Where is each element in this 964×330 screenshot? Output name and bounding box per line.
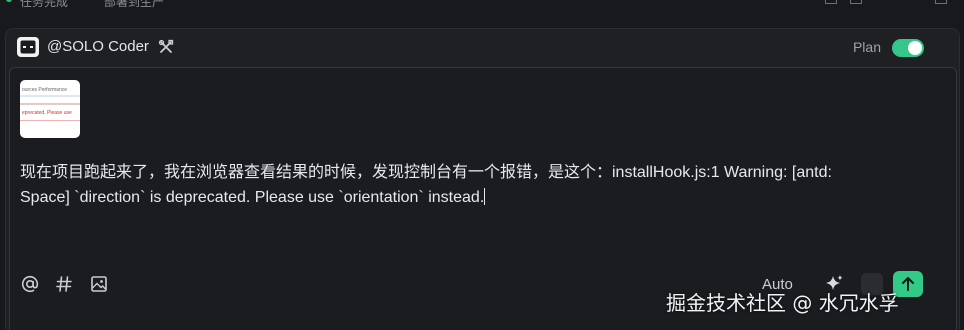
- plan-toggle[interactable]: [892, 39, 924, 57]
- text-caret: [484, 188, 486, 205]
- breadcrumb-item[interactable]: 部署到生产: [104, 0, 164, 10]
- composer-header: @SOLO Coder Plan: [6, 29, 959, 67]
- image-icon[interactable]: [89, 274, 109, 294]
- plan-label: Plan: [852, 39, 881, 55]
- tools-icon[interactable]: [158, 39, 174, 55]
- chat-composer-panel: @SOLO Coder Plan ources Performance epre…: [5, 28, 960, 330]
- thumb-error-text: eprecated. Please use: [22, 110, 72, 116]
- thumb-bar: [20, 103, 80, 105]
- arrow-up-icon: [902, 277, 914, 291]
- breadcrumb-item[interactable]: 任务完成: [20, 0, 68, 10]
- hash-icon[interactable]: [54, 274, 74, 294]
- window-icon[interactable]: [825, 0, 837, 4]
- toggle-knob: [908, 41, 922, 55]
- status-dot: [6, 0, 12, 2]
- message-text-area[interactable]: 现在项目跑起来了，我在浏览器查看结果的时候，发现控制台有一个报错，是这个：ins…: [20, 160, 880, 210]
- message-text: 现在项目跑起来了，我在浏览器查看结果的时候，发现控制台有一个报错，是这个：ins…: [20, 164, 832, 206]
- window-icon[interactable]: [850, 0, 862, 4]
- thumb-bar: [20, 120, 80, 121]
- terminal-icon[interactable]: [17, 37, 39, 57]
- attachment-thumbnail[interactable]: ources Performance eprecated. Please use: [20, 80, 80, 138]
- thumb-bar: [20, 95, 80, 97]
- window-icon[interactable]: [935, 0, 947, 4]
- at-icon[interactable]: [20, 274, 40, 294]
- watermark: 掘金技术社区 @ 水冗水孚: [666, 291, 899, 315]
- agent-name[interactable]: @SOLO Coder: [47, 38, 149, 55]
- thumb-text: ources Performance: [22, 87, 68, 93]
- top-breadcrumb-strip: 任务完成 部署到生产: [0, 0, 964, 14]
